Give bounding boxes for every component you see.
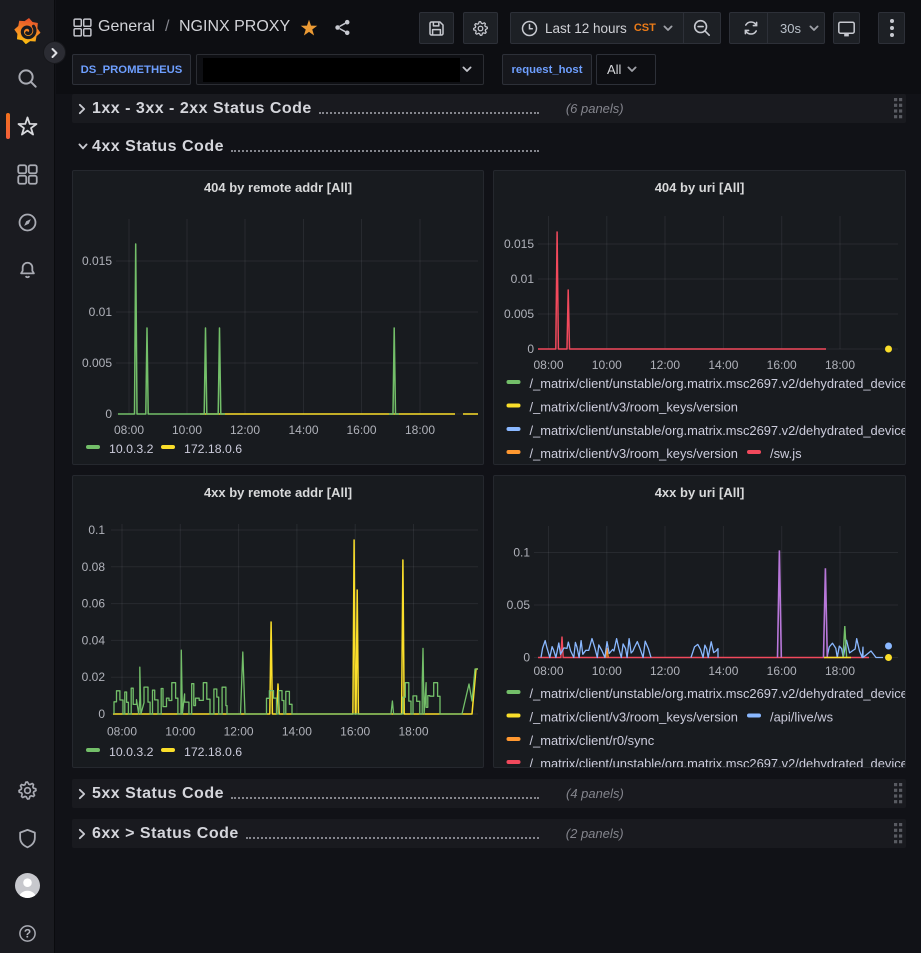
svg-text:/_matrix/client/unstable/org.m: /_matrix/client/unstable/org.matrix.msc2…: [530, 423, 906, 438]
svg-text:0.08: 0.08: [82, 560, 106, 574]
svg-text:16:00: 16:00: [346, 423, 376, 437]
svg-text:12:00: 12:00: [650, 358, 680, 372]
svg-text:16:00: 16:00: [767, 358, 797, 372]
svg-text:0.06: 0.06: [82, 597, 106, 611]
svg-text:0: 0: [98, 707, 105, 721]
svg-text:12:00: 12:00: [230, 423, 260, 437]
svg-text:18:00: 18:00: [825, 664, 855, 678]
svg-text:10.0.3.2: 10.0.3.2: [109, 745, 154, 759]
svg-text:12:00: 12:00: [650, 664, 680, 678]
svg-text:14:00: 14:00: [288, 423, 318, 437]
svg-text:/_matrix/client/v3/room_keys/v: /_matrix/client/v3/room_keys/version: [530, 710, 738, 725]
svg-text:18:00: 18:00: [825, 358, 855, 372]
svg-text:/api/live/ws: /api/live/ws: [770, 710, 833, 725]
svg-text:/_matrix/client/v3/room_keys/v: /_matrix/client/v3/room_keys/version: [530, 446, 738, 461]
svg-text:?: ?: [24, 926, 31, 940]
svg-text:10:00: 10:00: [165, 725, 195, 739]
svg-text:0.005: 0.005: [504, 307, 534, 321]
svg-text:10:00: 10:00: [592, 358, 622, 372]
svg-text:08:00: 08:00: [533, 664, 563, 678]
svg-text:/_matrix/client/unstable/org.m: /_matrix/client/unstable/org.matrix.msc2…: [530, 376, 906, 391]
svg-text:08:00: 08:00: [107, 725, 137, 739]
svg-text:0.04: 0.04: [82, 633, 106, 647]
svg-text:0.1: 0.1: [88, 523, 105, 537]
svg-text:0.01: 0.01: [511, 272, 535, 286]
svg-text:4xx by remote addr [All]: 4xx by remote addr [All]: [204, 485, 352, 500]
svg-text:14:00: 14:00: [282, 725, 312, 739]
svg-text:0: 0: [527, 342, 534, 356]
svg-text:0.015: 0.015: [82, 254, 112, 268]
svg-text:172.18.0.6: 172.18.0.6: [184, 745, 242, 759]
svg-text:0.01: 0.01: [89, 305, 113, 319]
svg-text:18:00: 18:00: [398, 725, 428, 739]
svg-text:10:00: 10:00: [592, 664, 622, 678]
svg-text:0: 0: [523, 651, 530, 665]
svg-text:08:00: 08:00: [533, 358, 563, 372]
svg-text:0.05: 0.05: [507, 598, 531, 612]
svg-text:0.005: 0.005: [82, 356, 112, 370]
svg-text:/_matrix/client/v3/room_keys/v: /_matrix/client/v3/room_keys/version: [530, 400, 738, 415]
svg-text:18:00: 18:00: [405, 423, 435, 437]
svg-text:12:00: 12:00: [224, 725, 254, 739]
svg-text:0.015: 0.015: [504, 237, 534, 251]
svg-text:14:00: 14:00: [708, 358, 738, 372]
svg-text:08:00: 08:00: [114, 423, 144, 437]
svg-text:0.02: 0.02: [82, 670, 106, 684]
svg-text:10:00: 10:00: [172, 423, 202, 437]
svg-text:4xx by uri [All]: 4xx by uri [All]: [655, 485, 745, 500]
svg-text:/_matrix/client/unstable/org.m: /_matrix/client/unstable/org.matrix.msc2…: [530, 686, 906, 701]
svg-text:404 by remote addr [All]: 404 by remote addr [All]: [204, 180, 352, 195]
svg-text:14:00: 14:00: [708, 664, 738, 678]
svg-text:0: 0: [105, 407, 112, 421]
svg-text:/sw.js: /sw.js: [770, 446, 802, 461]
svg-text:10.0.3.2: 10.0.3.2: [109, 442, 154, 456]
svg-text:0.1: 0.1: [513, 546, 530, 560]
svg-text:/_matrix/client/r0/sync: /_matrix/client/r0/sync: [530, 733, 655, 748]
svg-text:16:00: 16:00: [340, 725, 370, 739]
svg-text:172.18.0.6: 172.18.0.6: [184, 442, 242, 456]
svg-text:404 by uri [All]: 404 by uri [All]: [655, 180, 745, 195]
svg-text:/_matrix/client/unstable/org.m: /_matrix/client/unstable/org.matrix.msc2…: [530, 756, 906, 767]
svg-text:16:00: 16:00: [767, 664, 797, 678]
